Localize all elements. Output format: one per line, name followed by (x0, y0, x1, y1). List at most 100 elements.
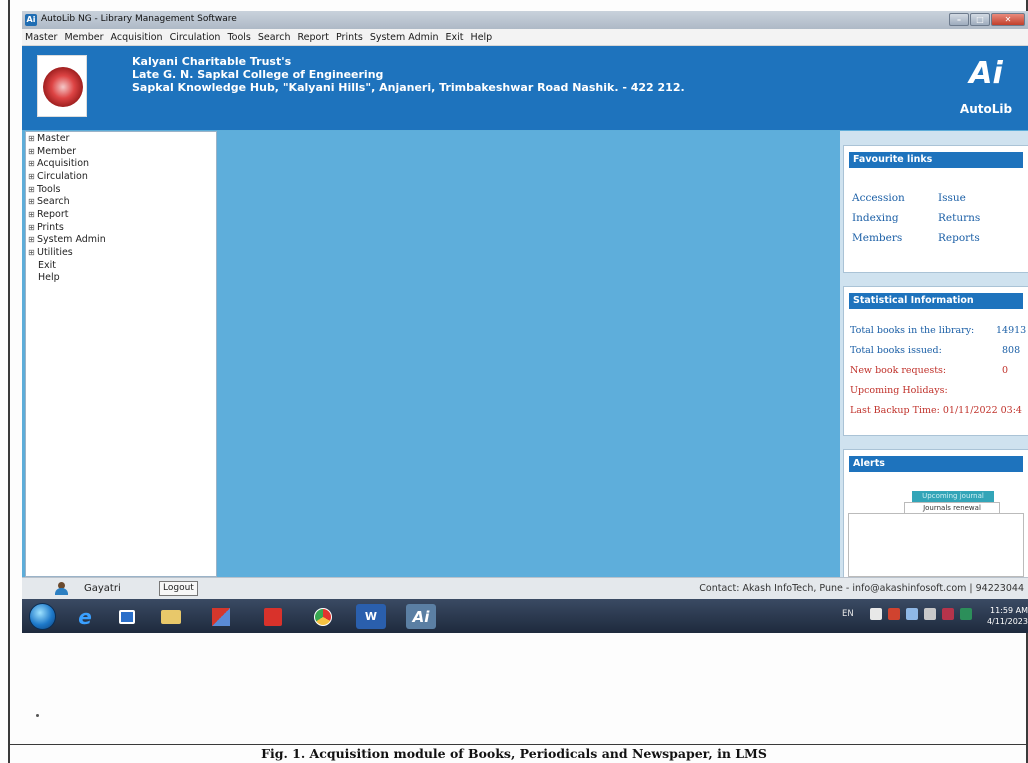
user-icon (55, 582, 68, 595)
acrobat-icon[interactable] (258, 604, 288, 629)
tab-journals-renewal[interactable]: Journals renewal (904, 502, 1000, 513)
flag-icon[interactable] (888, 608, 900, 620)
menu-prints[interactable]: Prints (336, 32, 363, 43)
system-tray (870, 608, 972, 620)
nav-label: Report (37, 208, 69, 220)
nav-item-circulation[interactable]: ⊞ Circulation (26, 170, 216, 183)
menu-acquisition[interactable]: Acquisition (111, 32, 163, 43)
input-language[interactable]: EN (842, 609, 854, 619)
start-button-icon[interactable] (29, 603, 56, 630)
minimize-icon[interactable]: – (949, 13, 969, 26)
nav-item-exit[interactable]: Exit (26, 259, 216, 272)
expand-icon[interactable]: ⊞ (28, 223, 37, 232)
antivirus-icon[interactable] (942, 608, 954, 620)
expand-icon[interactable]: ⊞ (28, 147, 37, 156)
menu-help[interactable]: Help (471, 32, 493, 43)
os-taskbar: e W Ai EN 11:59 AM 4/11/2023 (22, 599, 1028, 633)
expand-icon[interactable]: ⊞ (28, 197, 37, 206)
statistics-title: Statistical Information (849, 293, 1023, 309)
nav-item-search[interactable]: ⊞ Search (26, 195, 216, 208)
menu-search[interactable]: Search (258, 32, 291, 43)
figure-page: Ai AutoLib NG - Library Management Softw… (0, 0, 1028, 763)
nav-item-acquisition[interactable]: ⊞ Acquisition (26, 157, 216, 170)
stat-label: Total books issued: (850, 345, 942, 356)
link-reports[interactable]: Reports (938, 232, 1018, 244)
link-indexing[interactable]: Indexing (852, 212, 938, 224)
nav-label: Utilities (37, 247, 73, 259)
stat-label: New book requests: (850, 365, 947, 376)
nav-label: Acquisition (37, 158, 90, 170)
close-icon[interactable]: ✕ (991, 13, 1025, 26)
chrome-icon[interactable] (308, 604, 338, 629)
taskbar-clock[interactable]: 11:59 AM 4/11/2023 (968, 605, 1028, 627)
stat-upcoming-holidays: Upcoming Holidays: (850, 385, 948, 396)
menu-tools[interactable]: Tools (227, 32, 250, 43)
word-icon[interactable]: W (356, 604, 386, 629)
clock-date: 4/11/2023 (986, 617, 1028, 626)
expand-icon[interactable]: ⊞ (28, 159, 37, 168)
menu-system-admin[interactable]: System Admin (370, 32, 439, 43)
right-panel: Favourite links Accession Issue Indexing… (840, 131, 1028, 579)
stat-label: Last Backup Time: 01/11/2022 03:4 (850, 405, 1022, 416)
favourite-links-title: Favourite links (849, 152, 1023, 168)
nav-item-master[interactable]: ⊞ Master (26, 132, 216, 145)
link-returns[interactable]: Returns (938, 212, 1018, 224)
expand-icon[interactable]: ⊞ (28, 172, 37, 181)
stat-last-backup: Last Backup Time: 01/11/2022 03:4 (850, 405, 1022, 416)
statistical-information-card: Statistical Information Total books in t… (843, 286, 1028, 436)
title-bar[interactable]: Ai AutoLib NG - Library Management Softw… (22, 11, 1028, 29)
link-members[interactable]: Members (852, 232, 938, 244)
nav-item-member[interactable]: ⊞ Member (26, 145, 216, 158)
autolib-logo: Ai AutoLib (956, 54, 1016, 124)
app-window: Ai AutoLib NG - Library Management Softw… (22, 11, 1028, 633)
internet-explorer-icon[interactable]: e (70, 604, 100, 629)
scan-speck (36, 714, 39, 717)
file-explorer-icon[interactable] (156, 604, 186, 629)
autolib-brand-name: AutoLib (959, 102, 1013, 116)
expand-icon[interactable]: ⊞ (28, 134, 37, 143)
chevron-up-icon[interactable] (870, 608, 882, 620)
stat-label: Total books in the library: (850, 325, 975, 336)
stat-value: 14913 (996, 325, 1027, 336)
trust-name: Kalyani Charitable Trust's (132, 55, 292, 68)
nav-label: Tools (37, 183, 61, 195)
contact-info: Contact: Akash InfoTech, Pune - info@aka… (699, 583, 1024, 594)
tab-upcoming-journal[interactable]: Upcoming journal (912, 491, 994, 502)
expand-icon[interactable]: ⊞ (28, 248, 37, 257)
autolib-icon[interactable]: Ai (406, 604, 436, 629)
speaker-icon[interactable] (924, 608, 936, 620)
menu-master[interactable]: Master (25, 32, 57, 43)
nav-item-tools[interactable]: ⊞ Tools (26, 183, 216, 196)
nav-item-help[interactable]: Help (26, 272, 216, 285)
tool-icon[interactable] (206, 604, 236, 629)
nav-item-report[interactable]: ⊞ Report (26, 208, 216, 221)
menu-circulation[interactable]: Circulation (170, 32, 221, 43)
stat-new-requests: New book requests: 0 (850, 365, 1008, 376)
link-issue[interactable]: Issue (938, 192, 1018, 204)
menu-exit[interactable]: Exit (446, 32, 464, 43)
nav-item-system-admin[interactable]: ⊞ System Admin (26, 234, 216, 247)
stat-value: 0 (1002, 365, 1009, 376)
menu-member[interactable]: Member (64, 32, 103, 43)
main-content-area (218, 131, 840, 577)
window-title: AutoLib NG - Library Management Software (41, 14, 237, 24)
maximize-icon[interactable]: □ (970, 13, 990, 26)
nav-label: Circulation (37, 170, 88, 182)
nav-label: Search (37, 196, 70, 208)
expand-icon[interactable]: ⊞ (28, 185, 37, 194)
nav-item-utilities[interactable]: ⊞ Utilities (26, 246, 216, 259)
expand-icon[interactable]: ⊞ (28, 235, 37, 244)
logout-button[interactable]: Logout (159, 581, 198, 596)
alerts-title: Alerts (849, 456, 1023, 472)
menu-report[interactable]: Report (298, 32, 330, 43)
media-player-icon[interactable] (112, 604, 142, 629)
expand-icon[interactable]: ⊞ (28, 210, 37, 219)
college-seal-icon (43, 67, 83, 107)
nav-item-prints[interactable]: ⊞ Prints (26, 221, 216, 234)
favourite-links-card: Favourite links Accession Issue Indexing… (843, 145, 1028, 273)
network-icon[interactable] (906, 608, 918, 620)
app-icon: Ai (25, 14, 37, 26)
menu-bar: Master Member Acquisition Circulation To… (22, 29, 1028, 46)
stat-value: 808 (1002, 345, 1021, 356)
link-accession[interactable]: Accession (852, 192, 938, 204)
